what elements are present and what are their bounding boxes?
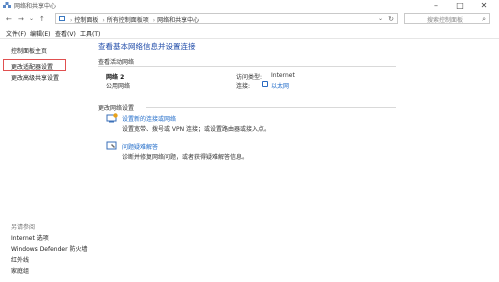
troubleshoot-icon bbox=[106, 141, 117, 150]
menu-divider bbox=[0, 38, 499, 39]
see-also-internet-options[interactable]: Internet 选项 bbox=[11, 233, 49, 242]
change-settings-divider bbox=[146, 107, 396, 108]
task-new-connection[interactable]: 设置新的连接或网络 bbox=[122, 114, 176, 123]
recent-dropdown-icon[interactable]: ⌄ bbox=[29, 15, 34, 23]
see-also-heading: 另请参阅 bbox=[11, 224, 36, 231]
ethernet-icon bbox=[262, 81, 268, 87]
sidebar-link-adapter-settings[interactable]: 更改适配器设置 bbox=[11, 62, 53, 71]
breadcrumb-all-items[interactable]: 所有控制面板项 bbox=[107, 17, 149, 24]
search-icon: ⌕ bbox=[482, 15, 486, 23]
minimize-button[interactable]: – bbox=[424, 0, 448, 12]
breadcrumb-control-panel[interactable]: 控制面板 bbox=[74, 17, 98, 24]
title-bar: 网络和共享中心 – □ ✕ bbox=[0, 0, 499, 12]
sidebar-link-control-panel-home[interactable]: 控制面板主页 bbox=[11, 46, 47, 55]
change-settings-heading: 更改网络设置 bbox=[98, 105, 135, 112]
network-name: 网络 2 bbox=[106, 74, 125, 81]
connection-label: 连接: bbox=[236, 83, 251, 90]
back-icon[interactable]: ← bbox=[6, 15, 12, 23]
new-connection-icon bbox=[106, 113, 118, 123]
sidebar-link-advanced-sharing[interactable]: 更改高级共享设置 bbox=[11, 73, 59, 82]
breadcrumb-network-center[interactable]: 网络和共享中心 bbox=[157, 17, 199, 24]
refresh-icon[interactable]: ↻ bbox=[388, 15, 394, 23]
menu-file[interactable]: 文件(F) bbox=[6, 29, 26, 38]
see-also-firewall[interactable]: Windows Defender 防火墙 bbox=[11, 244, 87, 253]
page-title: 查看基本网络信息并设置连接 bbox=[98, 42, 196, 51]
close-button[interactable]: ✕ bbox=[472, 0, 496, 12]
breadcrumb: › 控制面板 › 所有控制面板项 › 网络和共享中心 bbox=[70, 17, 200, 24]
control-panel-icon bbox=[59, 16, 65, 21]
ethernet-link[interactable]: 以太网 bbox=[271, 81, 289, 90]
access-type-label: 访问类型: bbox=[236, 74, 263, 81]
search-box[interactable]: 搜索控制面板 ⌕ bbox=[404, 13, 490, 24]
access-type-value: Internet bbox=[271, 72, 295, 79]
menu-edit[interactable]: 编辑(E) bbox=[30, 29, 50, 38]
menu-bar: 文件(F) 编辑(E) 查看(V) 工具(T) bbox=[0, 27, 499, 38]
menu-tools[interactable]: 工具(T) bbox=[80, 29, 100, 38]
window-title: 网络和共享中心 bbox=[14, 3, 57, 10]
maximize-button[interactable]: □ bbox=[448, 0, 472, 12]
active-networks-heading: 查看活动网络 bbox=[98, 59, 135, 66]
up-icon[interactable]: ↑ bbox=[39, 15, 45, 23]
address-dropdown-icon[interactable]: ⌄ bbox=[378, 15, 383, 22]
task-troubleshoot-desc: 诊断并修复网络问题，或者获得疑难解答信息。 bbox=[122, 154, 249, 161]
task-new-connection-desc: 设置宽带、拨号或 VPN 连接；或设置路由器或接入点。 bbox=[122, 126, 271, 133]
search-input[interactable]: 搜索控制面板 bbox=[427, 15, 463, 24]
see-also-homegroup[interactable]: 家庭组 bbox=[11, 266, 29, 275]
task-troubleshoot[interactable]: 问题疑难解答 bbox=[122, 142, 158, 151]
address-bar[interactable]: › 控制面板 › 所有控制面板项 › 网络和共享中心 ⌄ ↻ bbox=[55, 13, 398, 24]
see-also-infrared[interactable]: 红外线 bbox=[11, 255, 29, 264]
network-type: 公用网络 bbox=[106, 83, 131, 90]
forward-icon[interactable]: → bbox=[18, 15, 24, 23]
active-networks-divider bbox=[98, 66, 396, 67]
network-center-icon bbox=[3, 2, 11, 8]
menu-view[interactable]: 查看(V) bbox=[55, 29, 76, 38]
